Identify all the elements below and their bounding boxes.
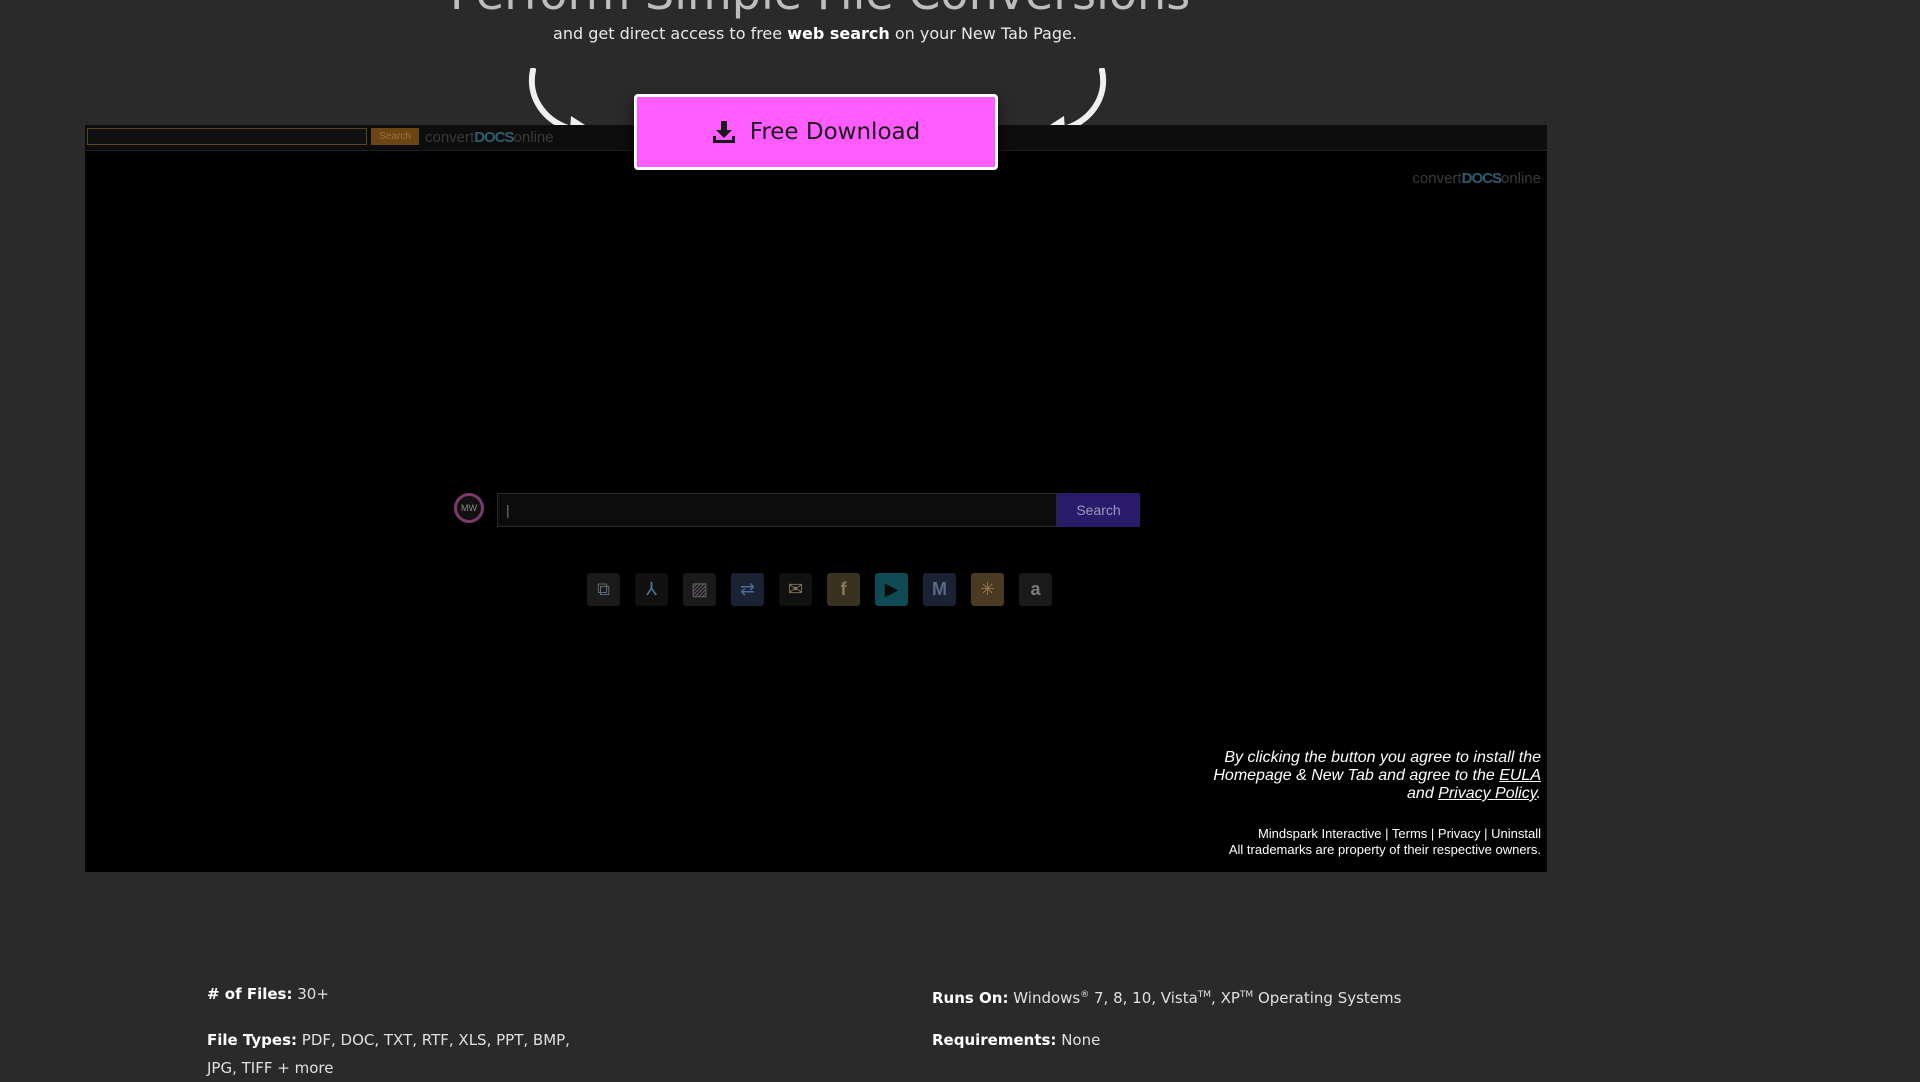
logo-convert: convert [425,129,475,146]
legal-notice: By clicking the button you agree to inst… [1161,749,1541,803]
corner-logo: convertDOCSonline [1412,170,1541,187]
spec-types-label: File Types: [207,1031,297,1049]
spec-files-label: # of Files: [207,985,293,1003]
spec-req-label: Requirements: [932,1031,1057,1049]
free-download-button[interactable]: Free Download [634,94,998,170]
toolbar-search-input [87,128,367,145]
spec-runs-on: Runs On: Windows® 7, 8, 10, VistaTM, XPT… [932,989,1401,1007]
image-icon: ▨ [683,573,716,606]
preview-search-button: Search [1057,493,1140,527]
spec-runs-c: , XP [1211,989,1240,1007]
hero-subline: and get direct access to free web search… [0,24,1630,43]
footer-uninstall-link[interactable]: Uninstall [1491,826,1541,841]
spec-runs-b: 7, 8, 10, Vista [1089,989,1198,1007]
hero-headline: Perform Simple File Conversions [0,0,1640,20]
acrobat-icon: ⅄ [635,573,668,606]
amazon-icon: a [1019,573,1052,606]
convert-icon: ⧉ [587,573,620,606]
spec-tm-1: TM [1197,990,1212,1000]
spec-req-value: None [1056,1031,1101,1049]
legal-line-1: By clicking the button you agree to inst… [1224,749,1541,766]
trademarks-notice: All trademarks are property of their res… [1228,842,1541,857]
gmail-icon: M [923,573,956,606]
spec-reg: ® [1080,990,1090,1000]
legal-line-2: Homepage & New Tab and agree to the EULA [1161,767,1541,785]
spec-files-value: 30+ [292,985,329,1003]
quick-link-icons: ⧉ ⅄ ▨ ⇄ ✉ f ▶ M ✳ a [587,573,1052,606]
preview-search-input: | [497,493,1057,527]
spec-runs-a: Windows [1008,989,1081,1007]
corner-logo-docs: DOCS [1461,170,1502,187]
spec-tm-2: TM [1239,990,1254,1000]
footer-mindspark-link[interactable]: Mindspark Interactive [1258,826,1382,841]
new-tab-preview: Search convertDOCSonline convertDOCSonli… [85,125,1547,872]
eula-link[interactable]: EULA [1499,767,1541,784]
spec-runs-d: Operating Systems [1253,989,1402,1007]
legal-and: and [1407,785,1439,802]
corner-logo-convert: convert [1412,170,1462,187]
translate-icon: ⇄ [731,573,764,606]
privacy-policy-link[interactable]: Privacy Policy [1438,785,1536,802]
legal-line-3: and Privacy Policy. [1161,785,1541,803]
free-download-label: Free Download [749,119,921,145]
subline-text-before: and get direct access to free [553,24,788,43]
footer-sep: | [1381,826,1392,841]
legal-line-2-text: Homepage & New Tab and agree to the [1213,767,1500,784]
spec-runs-label: Runs On: [932,989,1009,1007]
footer-privacy-link[interactable]: Privacy [1438,826,1481,841]
footer-terms-link[interactable]: Terms [1392,826,1427,841]
legal-period: . [1536,785,1541,802]
spec-file-types: File Types: PDF, DOC, TXT, RTF, XLS, PPT… [207,1026,570,1082]
corner-logo-online: online [1500,170,1541,187]
mw-badge-icon: MW [454,493,484,523]
footer-links: Mindspark Interactive | Terms | Privacy … [1121,826,1541,842]
preview-footer: Mindspark Interactive | Terms | Privacy … [1121,826,1541,858]
footer-sep: | [1480,826,1492,841]
inbox-icon: ✉ [779,573,812,606]
download-icon [712,121,735,143]
spec-requirements: Requirements: None [932,1031,1100,1049]
toolbar-search-button: Search [371,128,419,145]
youtube-icon: ▶ [875,573,908,606]
footer-sep: | [1427,826,1438,841]
spec-files: # of Files: 30+ [207,985,329,1003]
subline-bold: web search [787,24,890,43]
facebook-icon: f [827,573,860,606]
spec-types-value: PDF, DOC, TXT, RTF, XLS, PPT, BMP, [297,1031,570,1049]
subline-text-after: on your New Tab Page. [889,24,1077,43]
toolbar-logo: convertDOCSonline [425,129,554,146]
spec-types-value-2: JPG, TIFF + more [207,1059,334,1077]
logo-docs: DOCS [474,129,514,146]
walmart-icon: ✳ [971,573,1004,606]
logo-online: online [513,129,554,146]
